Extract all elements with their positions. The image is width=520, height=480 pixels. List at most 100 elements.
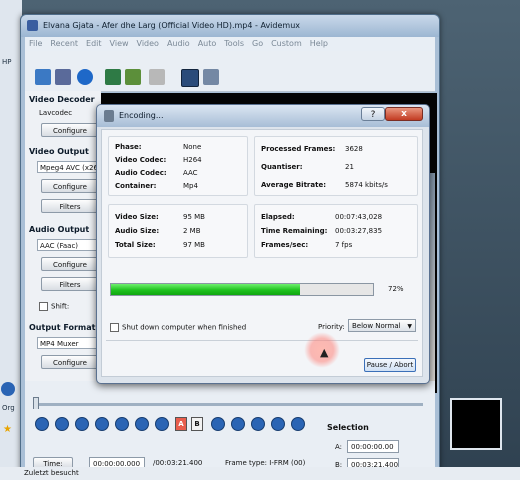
mark-b-button[interactable]: B <box>191 417 203 431</box>
shift-checkbox[interactable] <box>39 302 48 311</box>
menu-audio[interactable]: Audio <box>163 37 194 51</box>
mark-a-button[interactable]: A <box>175 417 187 431</box>
previous-frame-icon[interactable] <box>75 417 89 431</box>
menu-help[interactable]: Help <box>306 37 332 51</box>
previous-black-frame-icon[interactable] <box>211 417 225 431</box>
time-remaining-label: Time Remaining: <box>261 227 328 235</box>
encoding-stats-group: Processed Frames: 3628 Quantiser: 21 Ave… <box>254 136 418 196</box>
next-segment-icon[interactable] <box>203 69 219 85</box>
help-button[interactable]: ? <box>361 107 385 121</box>
info-icon[interactable] <box>77 69 93 85</box>
last-frame-icon[interactable] <box>271 417 285 431</box>
elapsed-label: Elapsed: <box>261 213 295 221</box>
video-configure-button[interactable]: Configure <box>41 179 99 193</box>
pause-abort-button[interactable]: Pause / Abort <box>364 358 416 372</box>
menu-tools[interactable]: Tools <box>220 37 248 51</box>
video-size-value: 95 MB <box>183 213 205 221</box>
video-filters-button[interactable]: Filters <box>41 199 99 213</box>
save-jpeg-icon[interactable] <box>125 69 141 85</box>
next-frame-icon[interactable] <box>95 417 109 431</box>
play-icon[interactable] <box>35 417 49 431</box>
progress-percent: 72% <box>388 285 404 293</box>
window-title: Elvana Gjata - Afer dhe Larg (Official V… <box>43 21 300 30</box>
audio-size-value: 2 MB <box>183 227 201 235</box>
progress-fill <box>111 284 300 295</box>
calculator-icon[interactable] <box>149 69 165 85</box>
next-black-frame-icon[interactable] <box>231 417 245 431</box>
rewind-icon[interactable] <box>155 417 169 431</box>
selection-a-field[interactable]: 00:00:00.00 <box>347 440 399 453</box>
audio-codec-label: Audio Codec: <box>115 169 167 177</box>
mouse-cursor-icon: ▲ <box>320 346 329 359</box>
size-group: Video Size: 95 MB Audio Size: 2 MB Total… <box>108 204 248 258</box>
audio-filters-button[interactable]: Filters <box>41 277 99 291</box>
audio-configure-button[interactable]: Configure <box>41 257 99 271</box>
phase-value: None <box>183 143 202 151</box>
chevron-down-icon: ▼ <box>407 323 412 330</box>
shutdown-checkbox[interactable] <box>110 323 119 332</box>
time-remaining-value: 00:03:27,835 <box>335 227 383 235</box>
format-configure-button[interactable]: Configure <box>41 355 99 369</box>
audio-output-heading: Audio Output <box>29 225 90 234</box>
average-bitrate-value: 5874 kbits/s <box>345 181 388 189</box>
menu-go[interactable]: Go <box>248 37 267 51</box>
total-duration: /00:03:21.400 <box>153 459 203 467</box>
menu-recent[interactable]: Recent <box>46 37 82 51</box>
priority-value: Below Normal <box>352 322 401 330</box>
menu-file[interactable]: File <box>25 37 46 51</box>
save-icon[interactable] <box>55 69 71 85</box>
output-format-heading: Output Format <box>29 323 96 332</box>
audio-size-label: Audio Size: <box>115 227 160 235</box>
codec-info-group: Phase: None Video Codec: H264 Audio Code… <box>108 136 248 196</box>
stop-icon[interactable] <box>55 417 69 431</box>
menu-auto[interactable]: Auto <box>194 37 221 51</box>
jump-icon[interactable] <box>291 417 305 431</box>
output-format-select[interactable]: MP4 Muxer <box>37 337 99 349</box>
frame-type: Frame type: I-FRM (00) <box>225 459 306 467</box>
timeline-track[interactable] <box>33 403 423 406</box>
close-button[interactable]: x <box>385 107 423 121</box>
encoding-icon <box>104 110 114 122</box>
recent-places-label: Zuletzt besucht <box>0 467 520 480</box>
processed-frames-value: 3628 <box>345 145 363 153</box>
video-codec-label: Video Codec: <box>115 156 167 164</box>
dialog-title: Encoding... <box>119 111 164 120</box>
desktop-label-org: Org <box>2 404 15 412</box>
desktop-label-hp: HP <box>2 58 12 66</box>
play-selection-icon[interactable] <box>181 69 199 87</box>
open-icon[interactable] <box>35 69 51 85</box>
video-output-heading: Video Output <box>29 147 89 156</box>
audio-output-select[interactable]: AAC (Faac) <box>37 239 99 251</box>
shift-label: Shift: <box>51 302 70 311</box>
previous-keyframe-icon[interactable] <box>115 417 129 431</box>
menu-edit[interactable]: Edit <box>82 37 106 51</box>
shift-row: Shift: <box>39 302 69 311</box>
encoding-progress-bar <box>110 283 374 296</box>
fps-value: 7 fps <box>335 241 353 249</box>
dialog-titlebar[interactable]: Encoding... ? x <box>97 105 429 127</box>
shutdown-label: Shut down computer when finished <box>122 323 247 332</box>
navigation-bar: A B Selection A: 00:00:00.00 B: 00:03:21… <box>25 409 435 471</box>
menu-view[interactable]: View <box>106 37 133 51</box>
video-decoder-configure-button[interactable]: Configure <box>41 123 99 137</box>
first-frame-icon[interactable] <box>251 417 265 431</box>
toolbar <box>25 51 435 92</box>
fps-label: Frames/sec: <box>261 241 309 249</box>
desktop-nav-icon <box>1 382 15 396</box>
quantiser-label: Quantiser: <box>261 163 303 171</box>
window-titlebar[interactable]: Elvana Gjata - Afer dhe Larg (Official V… <box>21 15 439 37</box>
menu-video[interactable]: Video <box>133 37 163 51</box>
audio-codec-value: AAC <box>183 169 198 177</box>
preview-thumbnail <box>450 398 502 450</box>
shutdown-row: Shut down computer when finished <box>110 323 246 332</box>
avidemux-icon <box>27 20 38 31</box>
save-image-icon[interactable] <box>105 69 121 85</box>
menu-custom[interactable]: Custom <box>267 37 306 51</box>
average-bitrate-label: Average Bitrate: <box>261 181 326 189</box>
video-codec-value: H264 <box>183 156 202 164</box>
priority-select[interactable]: Below Normal ▼ <box>348 319 416 332</box>
next-keyframe-icon[interactable] <box>135 417 149 431</box>
priority-label: Priority: <box>318 323 345 331</box>
container-label: Container: <box>115 182 157 190</box>
video-output-select[interactable]: Mpeg4 AVC (x264) <box>37 161 99 173</box>
